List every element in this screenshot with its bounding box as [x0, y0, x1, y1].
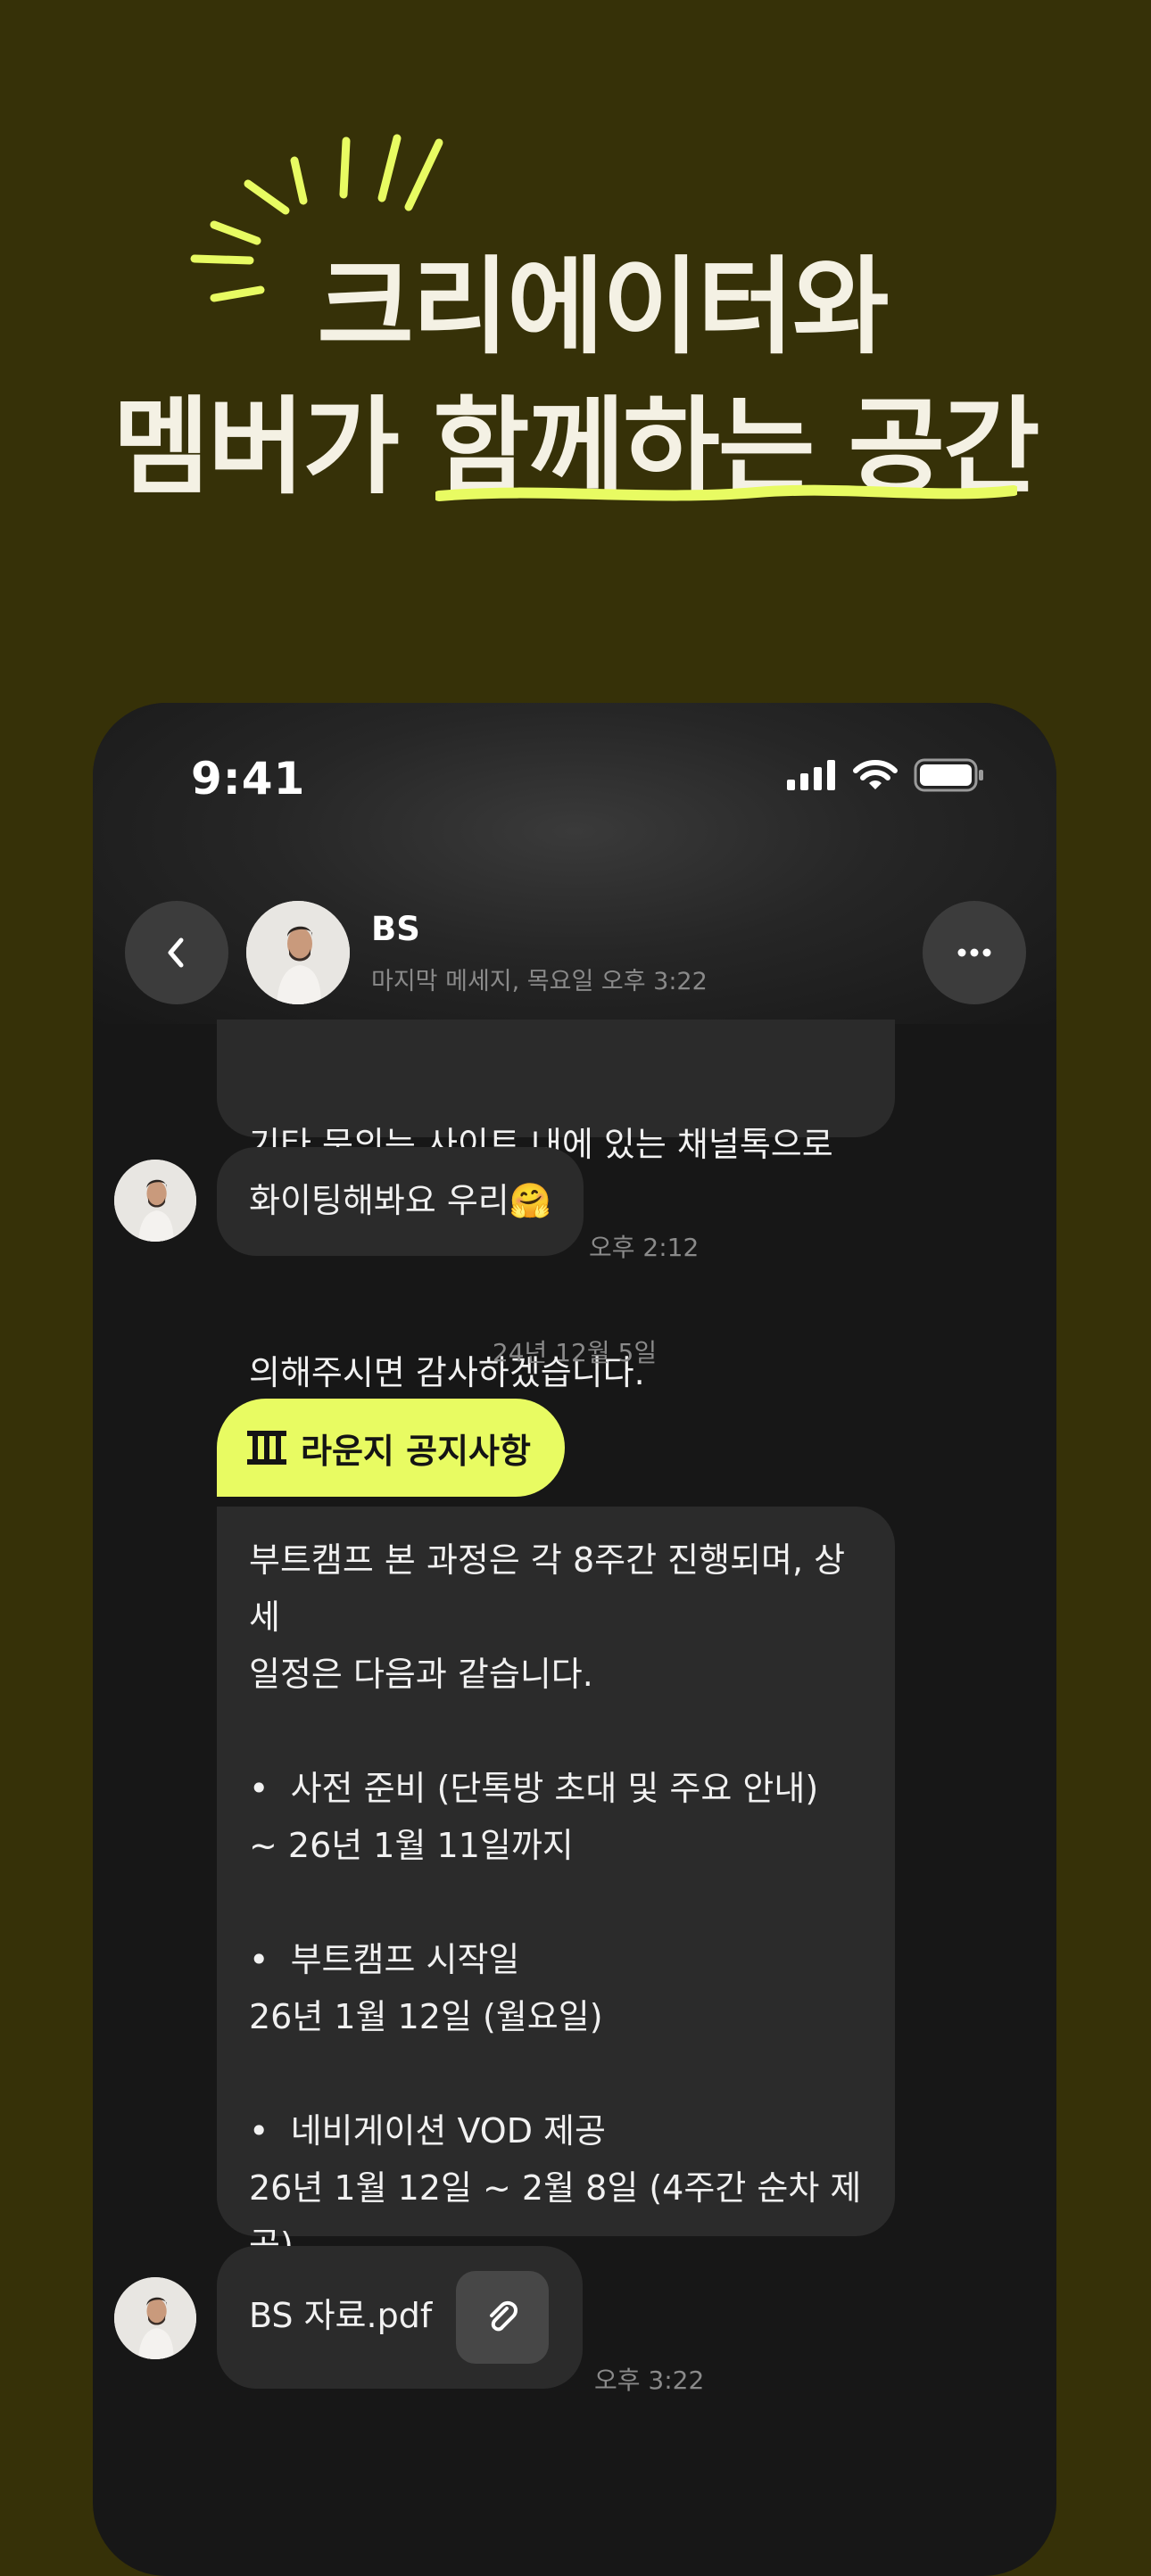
- paperclip-icon: [490, 2300, 518, 2332]
- profile-photo: [246, 901, 350, 1004]
- profile-photo: [114, 2277, 196, 2359]
- hero-title-line-1: 크리에이터와: [317, 245, 889, 368]
- notice-message-bubble: 부트캠프 본 과정은 각 8주간 진행되며, 상세 일정은 다음과 같습니다. …: [217, 1507, 895, 2265]
- date-divider: 24년 12월 5일: [492, 1338, 658, 1367]
- wifi-icon: [853, 760, 898, 789]
- chat-title: BS: [371, 910, 420, 948]
- highlight-underline: [435, 484, 1017, 501]
- status-time: 9:41: [191, 753, 306, 805]
- message-time: 오후 3:22: [594, 2365, 705, 2395]
- message-bubble: 기타 문의는 사이트 내에 있는 채널톡으로 문 의해주시면 감사하겠습니다.: [217, 1020, 895, 1392]
- battery-icon: [914, 758, 983, 792]
- ellipsis-icon: [957, 948, 991, 957]
- last-message-time: 마지막 메세지, 목요일 오후 3:22: [371, 968, 708, 995]
- message-time: 오후 2:12: [589, 1233, 700, 1262]
- avatar[interactable]: [114, 1160, 196, 1242]
- message-bubble: 화이팅해봐요 우리🤗: [217, 1147, 584, 1256]
- chevron-left-icon: [168, 937, 184, 968]
- more-button[interactable]: [923, 901, 1026, 1004]
- avatar[interactable]: [246, 901, 350, 1004]
- roman-three-icon: [247, 1431, 286, 1465]
- chat-header: BS 마지막 메세지, 목요일 오후 3:22: [93, 890, 1056, 1033]
- avatar[interactable]: [114, 2277, 196, 2359]
- phone-mockup: 9:41 BS 마지막 메세지, 목요일 오후 3:22 기타 문의는 사이트 …: [93, 703, 1056, 2576]
- notice-tag-label: 라운지 공지사항: [301, 1431, 531, 1471]
- file-message-bubble[interactable]: BS 자료.pdf: [217, 2246, 583, 2389]
- profile-photo: [114, 1160, 196, 1242]
- attachment-button[interactable]: [456, 2271, 549, 2364]
- status-icons: [787, 758, 985, 792]
- back-button[interactable]: [125, 901, 228, 1004]
- cellular-signal-icon: [787, 760, 835, 790]
- hero-section: 크리에이터와 멤버가 함께하는 공간: [0, 0, 1151, 571]
- message-list[interactable]: 기타 문의는 사이트 내에 있는 채널톡으로 문 의해주시면 감사하겠습니다. …: [93, 1020, 1056, 2576]
- file-name: BS 자료.pdf: [249, 2296, 433, 2335]
- notice-tag[interactable]: 라운지 공지사항: [217, 1399, 565, 1497]
